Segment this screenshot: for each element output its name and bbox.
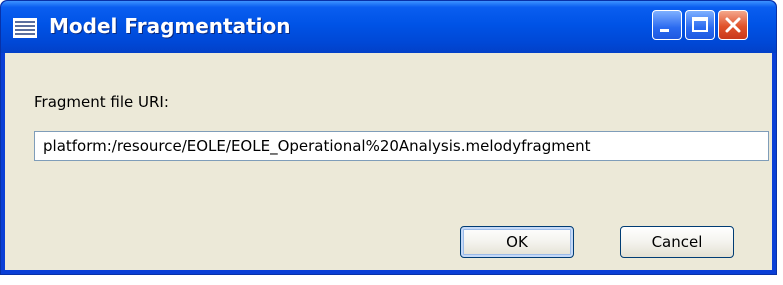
maximize-icon <box>692 17 708 32</box>
dialog-body: Fragment file URI: OK Cancel <box>5 53 772 270</box>
cancel-button[interactable]: Cancel <box>620 226 734 258</box>
fragment-uri-input[interactable] <box>34 131 769 161</box>
minimize-icon <box>660 29 669 32</box>
title-bar[interactable]: Model Fragmentation <box>1 1 776 53</box>
minimize-button[interactable] <box>652 10 682 40</box>
close-icon <box>725 17 741 33</box>
ok-button[interactable]: OK <box>460 226 574 258</box>
dialog-window: Model Fragmentation Fragment file URI: O… <box>0 0 777 275</box>
fragment-uri-label: Fragment file URI: <box>34 93 169 111</box>
close-button[interactable] <box>718 10 748 40</box>
dialog-title: Model Fragmentation <box>49 14 291 38</box>
maximize-button[interactable] <box>685 10 715 40</box>
dialog-menu-icon[interactable] <box>13 18 37 38</box>
